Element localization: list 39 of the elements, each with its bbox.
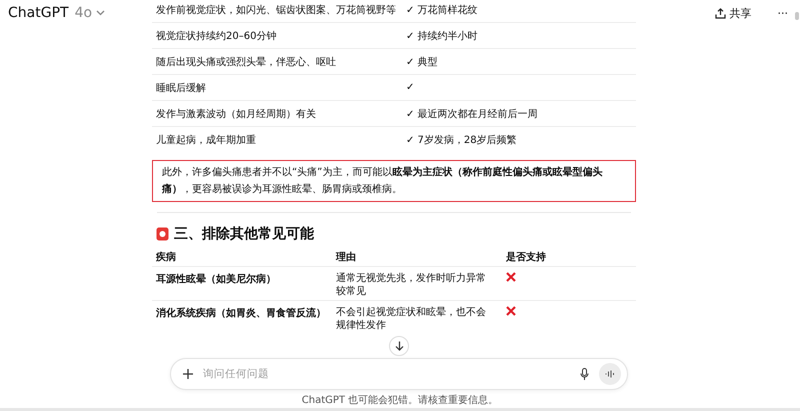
table-cell-text: ✓ 典型 (406, 56, 439, 68)
more-button[interactable]: ··· (776, 4, 790, 22)
table-cell-text: 随后出现头痛或强烈头晕，伴恶心、呕吐 (156, 56, 337, 68)
table-cell-text: ✓ (406, 82, 416, 93)
waveform-icon (605, 370, 615, 378)
chevron-down-icon (96, 10, 106, 16)
add-button[interactable] (183, 369, 193, 379)
table-cell-text: ✓ 万花筒样花纹 (406, 4, 479, 16)
table-cell-text: 视觉症状持续约20–60分钟 (156, 30, 278, 42)
message-input[interactable]: 询问任何问题 (203, 368, 570, 380)
plus-icon (183, 369, 193, 379)
section-heading: 三、排除其他常见可能 (174, 225, 314, 243)
microphone-icon (580, 368, 589, 380)
column-header: 疾病 (156, 250, 177, 264)
microphone-button[interactable] (580, 368, 589, 380)
arrow-down-icon (394, 341, 404, 351)
app-title: ChatGPT (8, 5, 69, 21)
voice-mode-button[interactable] (599, 363, 621, 385)
table-cell-text: 睡眠后缓解 (156, 82, 207, 94)
table-cell-text: ✓ 持续约半小时 (406, 30, 479, 42)
disclaimer-text: ChatGPT 也可能会犯错。请核查重要信息。 (302, 394, 498, 407)
share-icon (714, 8, 726, 18)
table-cell-text: ✓ 7岁发病，28岁后频繁 (406, 134, 518, 146)
table-cell-text: 发作与激素波动（如月经周期）有关 (156, 108, 317, 120)
column-header: 是否支持 (506, 250, 547, 264)
message-composer[interactable]: 询问任何问题 (170, 358, 628, 390)
column-header: 理由 (336, 250, 357, 264)
table-cell-text: 发作前视觉症状，如闪光、锯齿状图案、万花筒视野等 (156, 4, 397, 16)
table-cell-text: ✓ 最近两次都在月经前后一周 (406, 108, 539, 120)
table-cell-text: 耳源性眩晕（如美尼尔病） (156, 272, 277, 286)
share-button[interactable]: 共享 (712, 4, 754, 22)
table-cell-text: 消化系统疾病（如胃炎、胃食管反流） (156, 306, 327, 320)
alert-icon (156, 227, 169, 241)
table-cell-text: 儿童起病，成年期加重 (156, 134, 257, 146)
scrollbar-thumb[interactable] (795, 12, 799, 20)
table-cell: 通常无视觉先兆，发作时听力异常较常见 (336, 272, 486, 298)
scroll-down-button[interactable] (389, 336, 409, 356)
table-cell: 不会引起视觉症状和眩晕，也不会规律性发作 (336, 306, 486, 332)
highlighted-paragraph: 此外，许多偏头痛患者并不以“头痛”为主，而可能以眩晕为主症状（称作前庭性偏头痛或眩晕型偏头痛），更容易被误诊为耳源性眩晕、肠胃病或颈椎病。 (152, 160, 636, 202)
